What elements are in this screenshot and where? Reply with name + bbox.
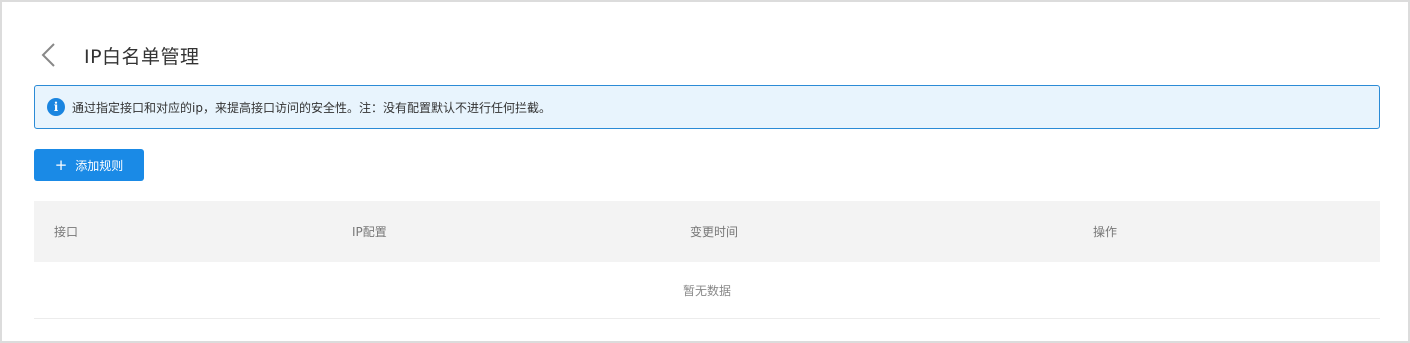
table-body: 暂无数据 (34, 262, 1380, 319)
info-alert: i 通过指定接口和对应的ip，来提高接口访问的安全性。注：没有配置默认不进行任何… (34, 85, 1380, 129)
page-frame: IP白名单管理 i 通过指定接口和对应的ip，来提高接口访问的安全性。注：没有配… (0, 0, 1410, 343)
column-header-interface: 接口 (54, 225, 79, 239)
chevron-left-icon (41, 43, 55, 67)
info-icon: i (47, 98, 65, 116)
page-header: IP白名单管理 (38, 40, 200, 70)
alert-text: 通过指定接口和对应的ip，来提高接口访问的安全性。注：没有配置默认不进行任何拦截… (72, 100, 551, 115)
page-title: IP白名单管理 (84, 45, 200, 68)
empty-state-text: 暂无数据 (682, 283, 731, 298)
column-header-change-time: 变更时间 (690, 225, 739, 239)
plus-icon: + (54, 155, 68, 174)
back-button[interactable] (38, 40, 60, 70)
table-header: 接口 IP配置 变更时间 操作 (34, 201, 1380, 262)
add-rule-label: 添加规则 (75, 158, 124, 173)
column-header-ip-config: IP配置 (352, 225, 387, 239)
column-header-actions: 操作 (1093, 225, 1118, 239)
rules-table: 接口 IP配置 变更时间 操作 暂无数据 (34, 201, 1380, 319)
add-rule-button[interactable]: + 添加规则 (34, 149, 144, 181)
